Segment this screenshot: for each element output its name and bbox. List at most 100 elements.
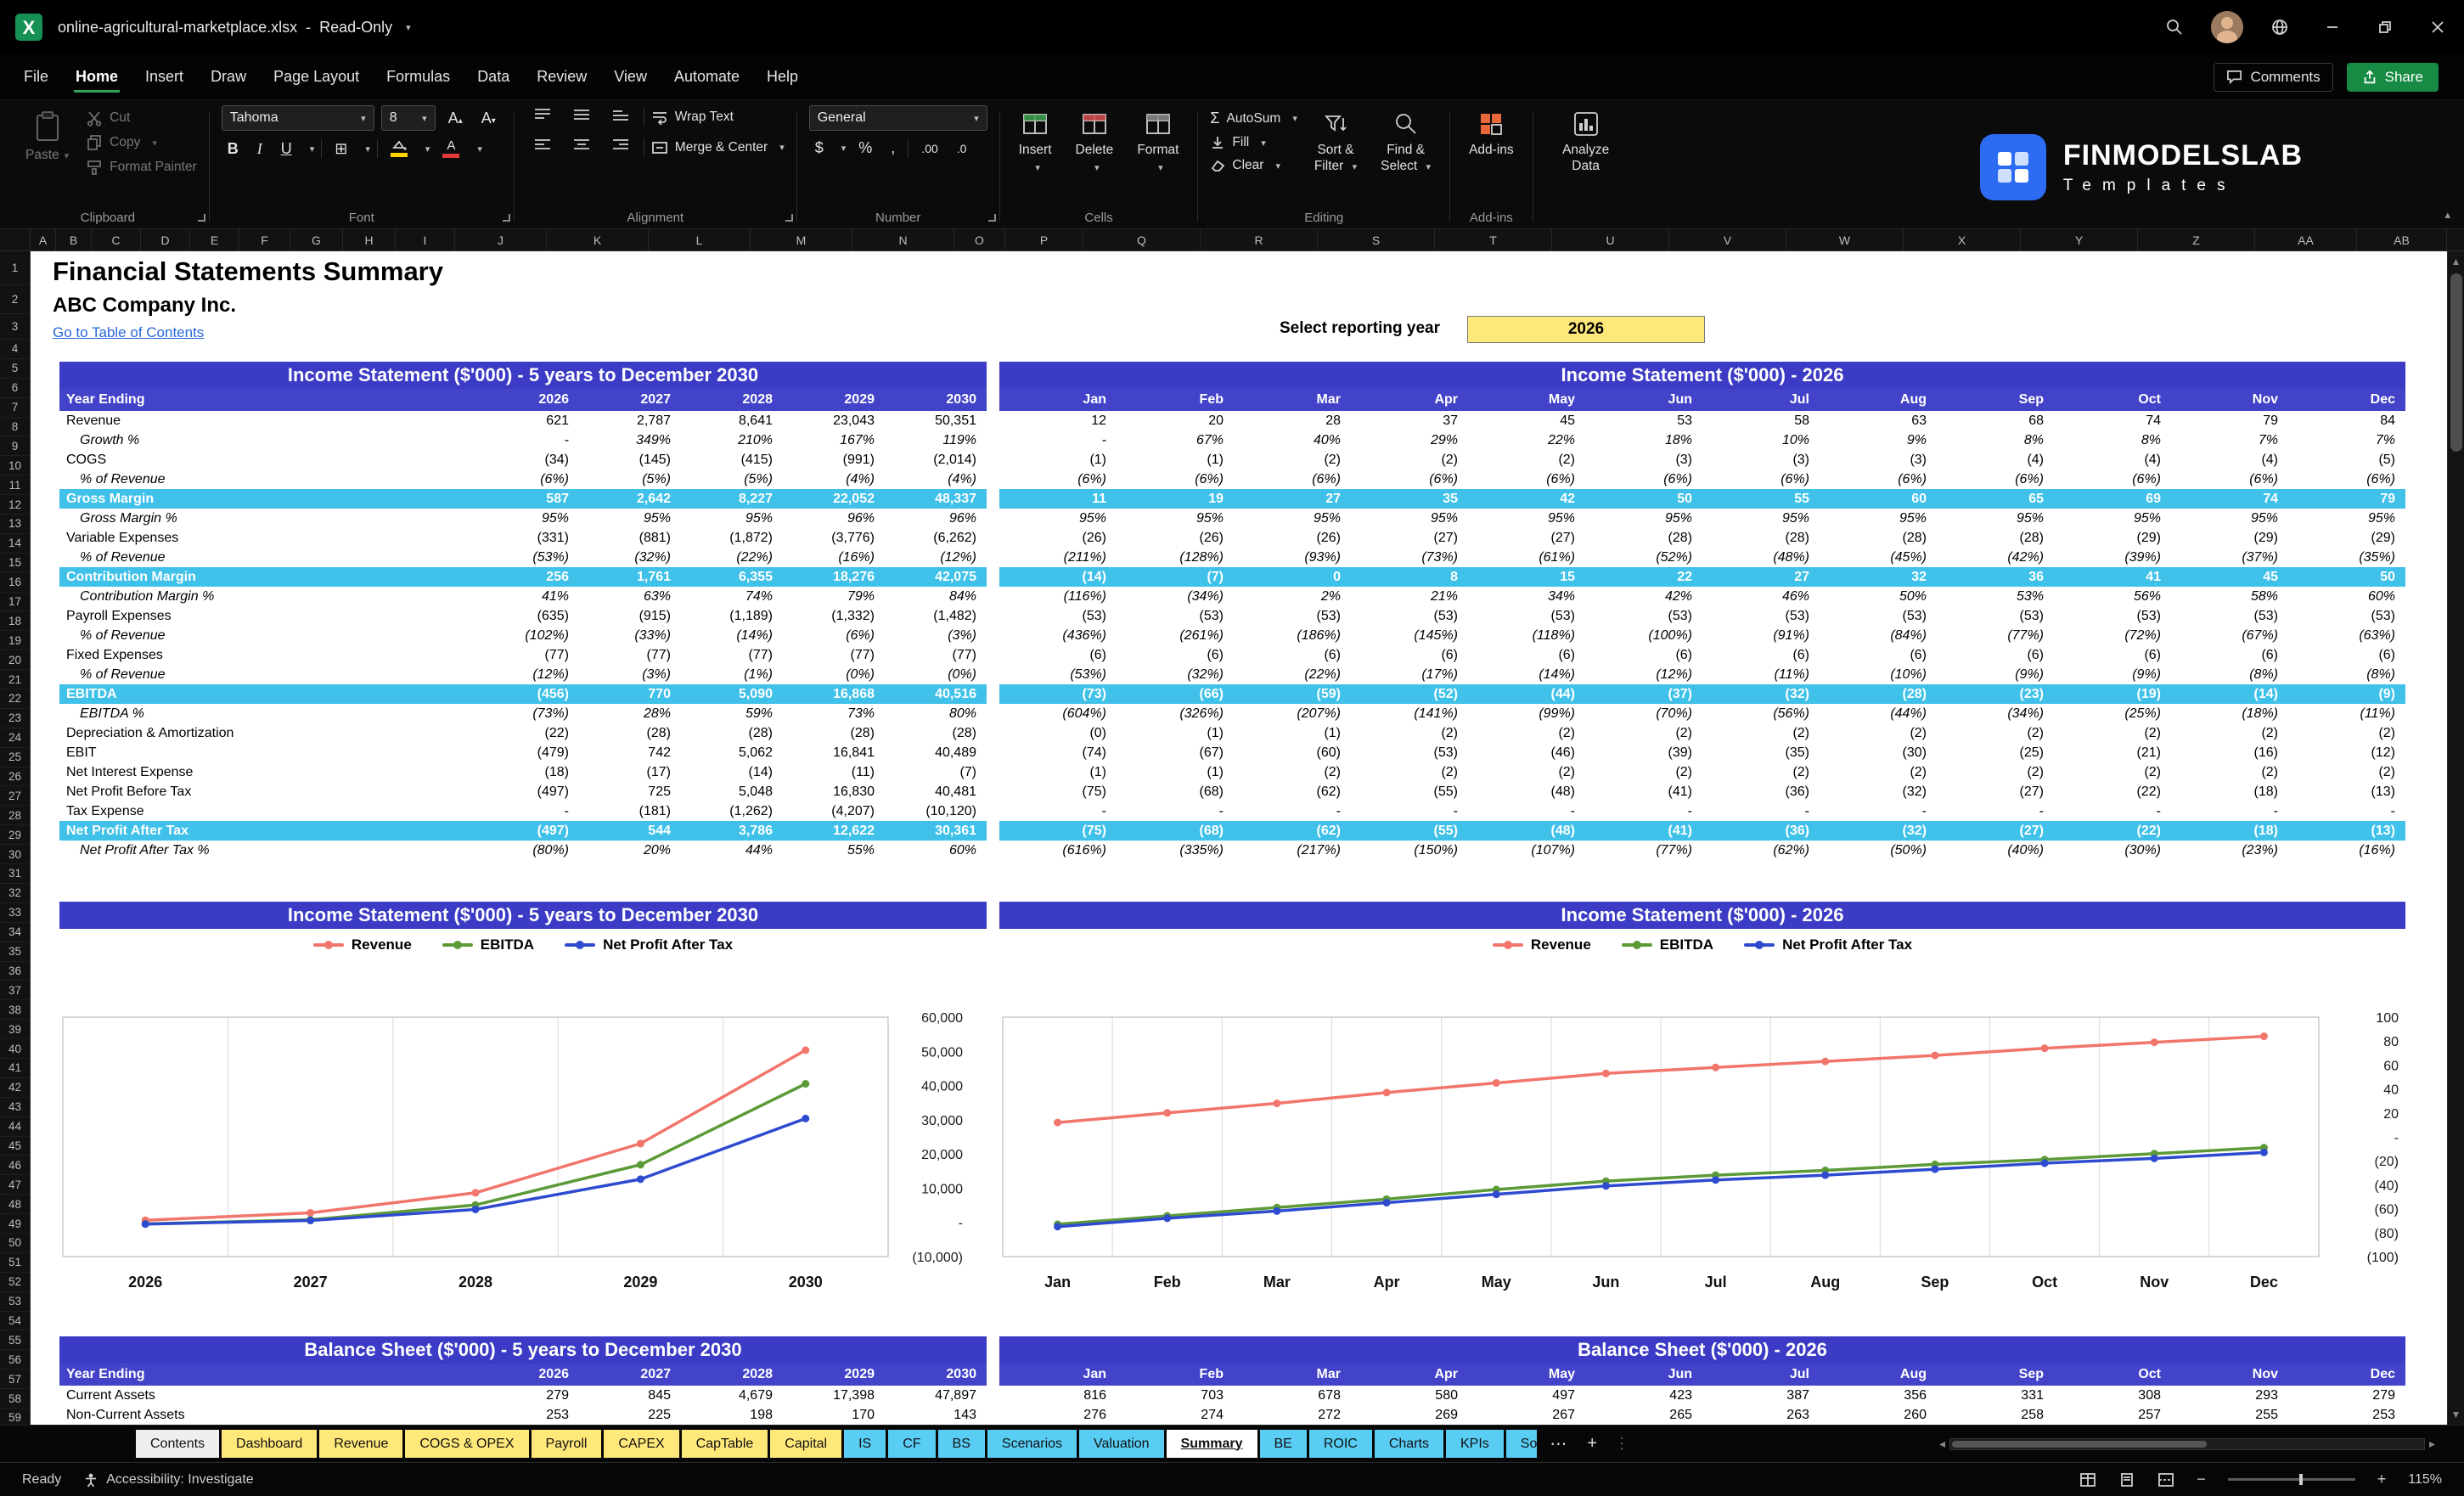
accounting-format-button[interactable]: $ [809, 138, 830, 158]
table-row[interactable]: EBITDA % (73%) 28% 59% 73% 80% [59, 704, 987, 723]
row-header-16[interactable]: 16 [0, 573, 30, 593]
cell[interactable]: 621 [477, 413, 579, 429]
row-header-46[interactable]: 46 [0, 1156, 30, 1176]
table-row[interactable]: Variable Expenses (331) (881) (1,872) (3,776… [59, 528, 987, 548]
table-row[interactable]: % of Revenue (6%) (5%) (5%) (4%) (4%) [59, 470, 987, 489]
chart-annual[interactable]: Income Statement ($'000) - 5 years to De… [59, 902, 987, 1297]
cell[interactable]: 50 [2288, 570, 2405, 585]
table-row[interactable]: Net Profit After Tax % (80%) 20% 44% 55% 60% [59, 841, 987, 860]
reporting-year-input[interactable]: 2026 [1467, 316, 1705, 343]
row-header-41[interactable]: 41 [0, 1059, 30, 1078]
column-Nov[interactable]: Nov [2171, 1367, 2288, 1382]
cell[interactable]: (186%) [1234, 628, 1351, 644]
cell[interactable]: (2) [1234, 765, 1351, 780]
cell[interactable]: 17,398 [783, 1388, 885, 1403]
cell[interactable]: (5%) [579, 472, 681, 487]
cell[interactable]: (211%) [999, 550, 1117, 565]
cell[interactable]: 267 [1468, 1408, 1585, 1423]
cell[interactable]: (36) [1702, 824, 1820, 839]
font-color-button[interactable]: A [436, 138, 465, 159]
column-header-N[interactable]: N [852, 229, 954, 250]
share-button[interactable]: Share [2346, 62, 2439, 92]
cell[interactable]: 95% [1468, 511, 1585, 526]
cell[interactable]: 22,052 [783, 492, 885, 507]
cell[interactable]: 2,642 [579, 492, 681, 507]
row-header-25[interactable]: 25 [0, 748, 30, 768]
cell[interactable]: 742 [579, 745, 681, 761]
row-header-36[interactable]: 36 [0, 962, 30, 981]
cell[interactable]: (55) [1351, 824, 1468, 839]
row-header-13[interactable]: 13 [0, 515, 30, 534]
column-header-M[interactable]: M [751, 229, 852, 250]
row-header-32[interactable]: 32 [0, 884, 30, 903]
cell[interactable]: (6) [2054, 648, 2171, 663]
cell[interactable]: (604%) [999, 706, 1117, 722]
sheet-tab-kpis[interactable]: KPIs [1445, 1430, 1504, 1458]
cell[interactable]: 15 [1468, 570, 1585, 585]
cell[interactable]: (30) [1820, 745, 1937, 761]
close-button[interactable] [2411, 0, 2464, 54]
cell[interactable]: (18) [2171, 824, 2288, 839]
cell[interactable]: (93%) [1234, 550, 1351, 565]
cell[interactable]: (22) [2054, 824, 2171, 839]
scroll-up-icon[interactable]: ▲ [2451, 251, 2461, 272]
cell[interactable]: (915) [579, 609, 681, 624]
column-header-I[interactable]: I [396, 229, 455, 250]
cell[interactable]: (2) [1351, 453, 1468, 468]
table-title[interactable]: Balance Sheet ($'000) - 5 years to Decem… [59, 1336, 987, 1364]
column-header-T[interactable]: T [1435, 229, 1552, 250]
row-header-5[interactable]: 5 [0, 359, 30, 379]
cell[interactable]: (3%) [579, 667, 681, 683]
cell[interactable]: (2) [1468, 726, 1585, 741]
cell[interactable]: (68) [1117, 785, 1234, 800]
cell[interactable]: (635) [477, 609, 579, 624]
table-row[interactable]: 11 19 27 35 42 50 55 60 65 69 74 79 [999, 489, 2405, 509]
font-size-select[interactable]: 8 ▾ [380, 105, 436, 131]
row-label[interactable]: Fixed Expenses [59, 648, 477, 663]
cell[interactable]: 703 [1117, 1388, 1234, 1403]
cell[interactable]: 0 [1234, 570, 1351, 585]
toc-link[interactable]: Go to Table of Contents [53, 324, 204, 341]
cell[interactable]: (6%) [2054, 472, 2171, 487]
cell[interactable]: (6) [1820, 648, 1937, 663]
cell[interactable]: (28) [1702, 531, 1820, 546]
column-2027[interactable]: 2027 [579, 392, 681, 408]
cell[interactable]: (6%) [1351, 472, 1468, 487]
row-label[interactable]: Depreciation & Amortization [59, 726, 477, 741]
table-row[interactable]: (436%) (261%) (186%) (145%) (118%) (100%) (91%… [999, 626, 2405, 645]
row-header-20[interactable]: 20 [0, 650, 30, 671]
comma-style-button[interactable]: , [885, 138, 901, 158]
row-header-39[interactable]: 39 [0, 1020, 30, 1040]
cell[interactable]: (46) [1468, 745, 1585, 761]
cell[interactable]: (22%) [1234, 667, 1351, 683]
cell[interactable]: 50 [1585, 492, 1702, 507]
column-Jan[interactable]: Jan [999, 392, 1117, 408]
cell[interactable]: (456) [477, 687, 579, 702]
cell[interactable]: 18% [1585, 433, 1702, 448]
number-dialog-launcher[interactable] [987, 214, 996, 222]
header-label[interactable]: Year Ending [59, 392, 477, 408]
row-header-53[interactable]: 53 [0, 1292, 30, 1312]
copy-button[interactable]: Copy ▾ [86, 134, 197, 151]
add-sheet-button[interactable]: + [1577, 1434, 1607, 1454]
table-row[interactable]: (75) (68) (62) (55) (48) (41) (36) (32) (27) (22)… [999, 782, 2405, 801]
cell[interactable]: (73%) [477, 706, 579, 722]
cell[interactable]: (77) [681, 648, 783, 663]
cell[interactable]: (75) [999, 785, 1117, 800]
cell[interactable]: (4%) [783, 472, 885, 487]
cell[interactable]: 23,043 [783, 413, 885, 429]
cell[interactable]: (2) [1702, 726, 1820, 741]
table-row[interactable]: Depreciation & Amortization (22) (28) (28)(… [59, 723, 987, 743]
table-row[interactable]: Gross Margin 587 2,642 8,227 22,052 48,337 [59, 489, 987, 509]
cell[interactable]: (1) [1117, 765, 1234, 780]
cell[interactable]: (25) [1937, 745, 2054, 761]
row-label[interactable]: % of Revenue [59, 472, 477, 487]
table-row[interactable]: Non-Current Assets 253 225 198 170 143 [59, 1405, 987, 1425]
fill-color-button[interactable] [385, 139, 413, 158]
menu-formulas[interactable]: Formulas [373, 59, 464, 94]
row-label[interactable]: Non-Current Assets [59, 1408, 477, 1423]
table-row[interactable]: (211%) (128%) (93%) (73%) (61%) (52%) (48%) (45… [999, 548, 2405, 567]
row-header-59[interactable]: 59 [0, 1409, 30, 1425]
table-row[interactable]: COGS (34) (145) (415) (991) (2,014) [59, 450, 987, 470]
cell[interactable]: (68) [1117, 824, 1234, 839]
